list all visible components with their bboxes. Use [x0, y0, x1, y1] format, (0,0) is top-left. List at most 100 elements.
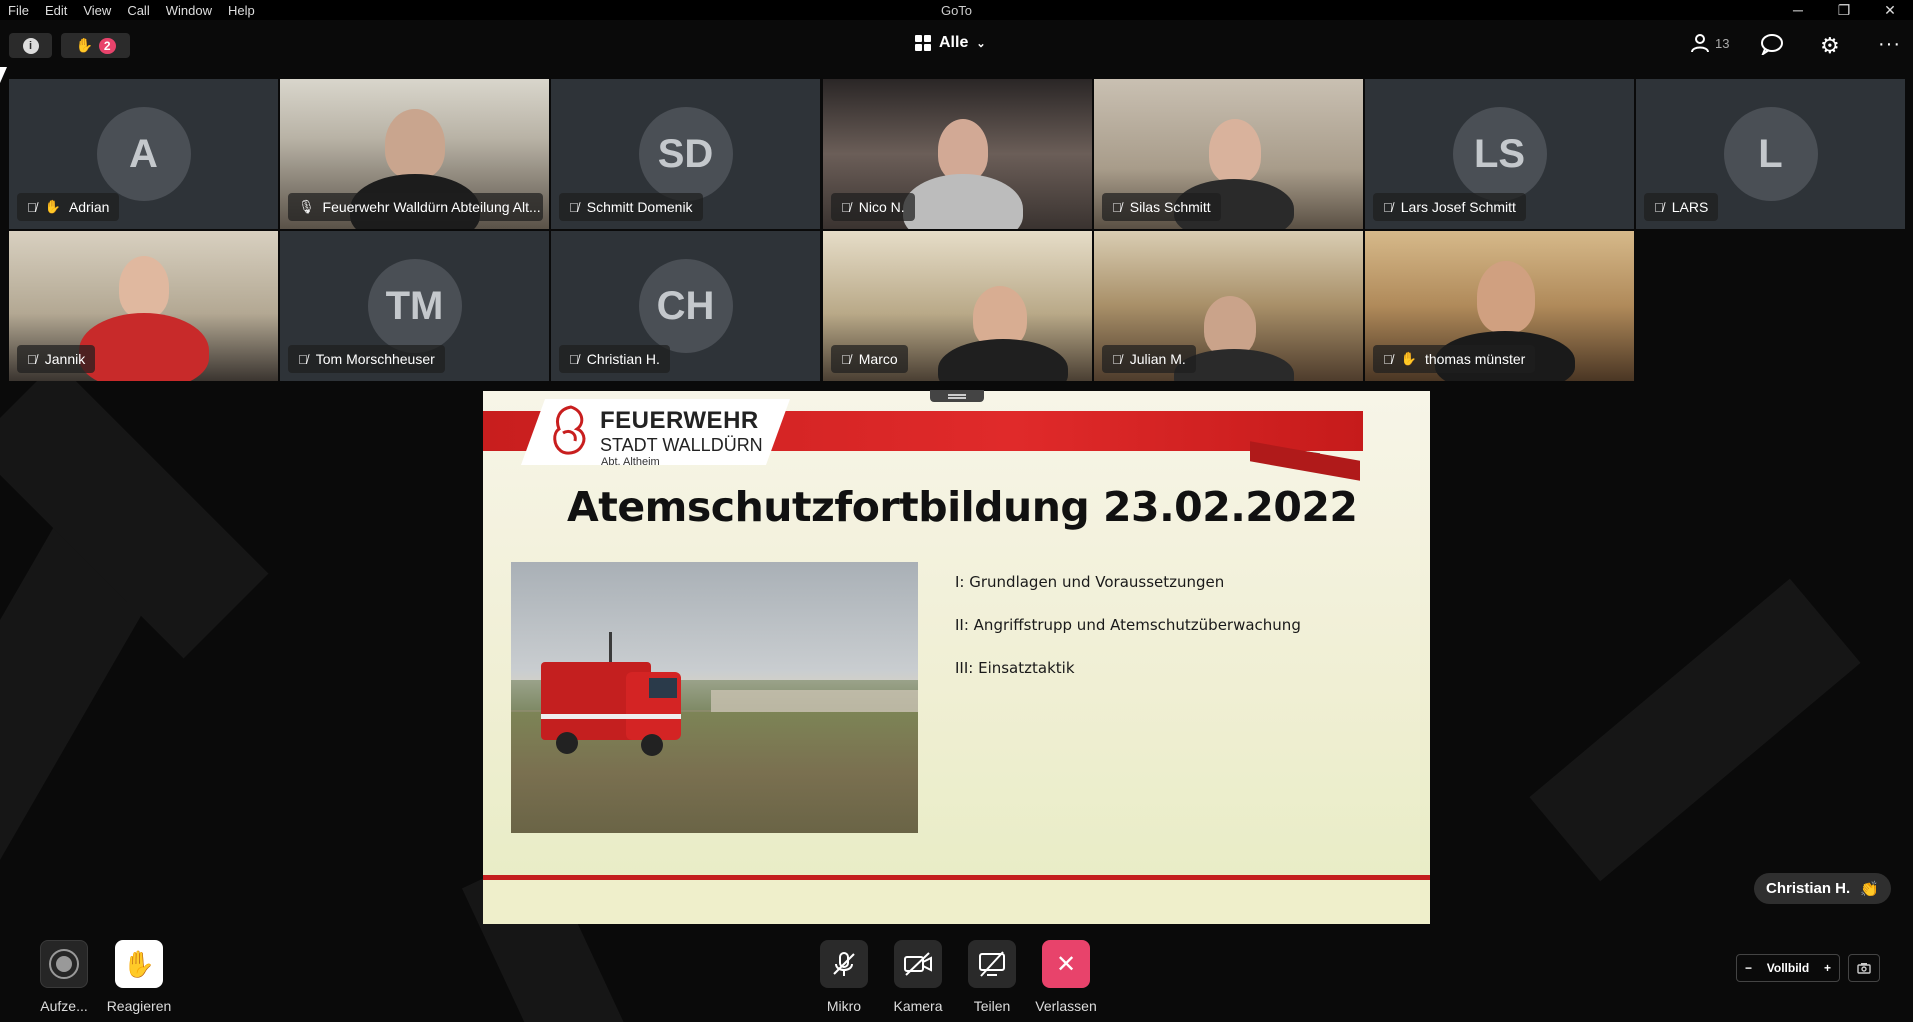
video-person — [1477, 261, 1535, 333]
menu-call[interactable]: Call — [119, 3, 157, 18]
more-button[interactable]: ··· — [1878, 33, 1901, 56]
hand-raised-icon: ✋ — [1400, 351, 1417, 366]
reaction-toast: Christian H. 👏 — [1754, 873, 1891, 904]
participant-name: Silas Schmitt — [1129, 199, 1211, 215]
participant-tile-julian-m[interactable]: 🎙̸ Julian M. — [1094, 231, 1363, 381]
participant-tile-nico[interactable]: 🎙̸ Nico N. — [823, 79, 1092, 229]
resize-handle[interactable] — [930, 390, 984, 402]
participant-tile-feuerwehr[interactable]: 🎙 Feuerwehr Walldürn Abteilung Alt... — [280, 79, 549, 229]
participant-tile-adrian[interactable]: A 🎙̸ ✋ Adrian — [9, 79, 278, 229]
participant-tile-christian-h[interactable]: CH 🎙̸ Christian H. — [551, 231, 820, 381]
mic-muted-icon: 🎙̸ — [27, 351, 37, 367]
menu-window[interactable]: Window — [158, 3, 220, 18]
record-button[interactable] — [40, 940, 88, 988]
participant-name: Feuerwehr Walldürn Abteilung Alt... — [322, 199, 541, 215]
menu-file[interactable]: File — [0, 3, 37, 18]
camera-button[interactable] — [894, 940, 942, 988]
hand-icon: ✋ — [122, 948, 156, 979]
view-select[interactable]: Alle ⌄ — [915, 34, 986, 52]
participant-name: Julian M. — [1129, 351, 1186, 367]
participant-tile-thomas-muenster[interactable]: 🎙̸ ✋ thomas münster — [1365, 231, 1634, 381]
participant-name: Tom Morschheuser — [315, 351, 435, 367]
mic-muted-icon: 🎙̸ — [1654, 199, 1664, 215]
agenda-item-2: II: Angriffstrupp und Atemschutzüberwach… — [955, 616, 1301, 634]
participant-nametag: 🎙̸ Jannik — [17, 345, 96, 373]
clapping-hands-icon: 👏 — [1860, 880, 1879, 898]
zoom-in-icon[interactable]: + — [1824, 961, 1831, 975]
settings-button[interactable]: ⚙ — [1820, 33, 1840, 59]
menu-help[interactable]: Help — [220, 3, 263, 18]
background-chevron-right — [1529, 578, 1861, 882]
leave-label: Verlassen — [1035, 998, 1097, 1014]
participant-tile-jannik[interactable]: 🎙̸ Jannik — [9, 231, 278, 381]
mic-button[interactable] — [820, 940, 868, 988]
fire-department-lion-logo — [553, 405, 586, 455]
mic-muted-icon: 🎙̸ — [1383, 199, 1393, 215]
mic-muted-icon: 🎙̸ — [841, 199, 851, 215]
fullscreen-label[interactable]: Vollbild — [1767, 961, 1809, 975]
menubar: File Edit View Call Window Help GoTo ─ ❐… — [0, 0, 1913, 20]
screenshot-button[interactable] — [1848, 954, 1880, 982]
fullscreen-control: − Vollbild + — [1736, 954, 1840, 982]
avatar: L — [1723, 107, 1818, 201]
participant-name: Christian H. — [586, 351, 660, 367]
mic-muted-icon — [833, 952, 855, 976]
avatar: LS — [1452, 107, 1547, 201]
participant-name: Lars Josef Schmitt — [1400, 199, 1516, 215]
mic-muted-icon: 🎙̸ — [298, 351, 308, 367]
raised-hands-button[interactable]: ✋ 2 — [61, 33, 130, 58]
video-body — [79, 313, 209, 381]
org-department: Abt. Altheim — [601, 456, 660, 468]
avatar: A — [96, 107, 191, 201]
mic-muted-icon: 🎙̸ — [1112, 351, 1122, 367]
participant-tile-tom-morschheuser[interactable]: TM 🎙̸ Tom Morschheuser — [280, 231, 549, 381]
video-body — [903, 174, 1023, 229]
window-controls: ─ ❐ ✕ — [1775, 0, 1913, 20]
participant-nametag: 🎙̸ LARS — [1644, 193, 1719, 221]
info-button[interactable]: i — [9, 33, 52, 58]
record-icon — [49, 949, 79, 979]
org-subtitle: STADT WALLDÜRN — [600, 435, 763, 455]
avatar: CH — [638, 259, 733, 353]
participant-name: Jannik — [44, 351, 86, 367]
reaction-name: Christian H. — [1766, 880, 1851, 897]
participant-tile-schmitt-domenik[interactable]: SD 🎙̸ Schmitt Domenik — [551, 79, 820, 229]
gear-icon: ⚙ — [1820, 33, 1840, 58]
mic-muted-icon: 🎙̸ — [1383, 351, 1393, 367]
participant-nametag: 🎙̸ ✋ thomas münster — [1373, 345, 1536, 373]
grid-icon — [915, 35, 931, 51]
participant-tile-silas-schmitt[interactable]: 🎙̸ Silas Schmitt — [1094, 79, 1363, 229]
fire-truck-photo — [511, 562, 918, 833]
camera-off-icon — [904, 952, 932, 976]
participant-nametag: 🎙̸ Lars Josef Schmitt — [1373, 193, 1526, 221]
fire-truck-window — [649, 678, 677, 698]
screen-share-off-icon — [979, 951, 1005, 977]
agenda-item-1: I: Grundlagen und Voraussetzungen — [955, 573, 1225, 591]
minimize-icon[interactable]: ─ — [1775, 0, 1821, 20]
close-icon: ✕ — [1055, 950, 1077, 978]
participant-tile-lars[interactable]: L 🎙̸ LARS — [1636, 79, 1905, 229]
menu-edit[interactable]: Edit — [37, 3, 75, 18]
participants-button[interactable]: 13 — [1690, 33, 1729, 53]
close-window-icon[interactable]: ✕ — [1867, 0, 1913, 20]
fire-truck-wheel — [556, 732, 578, 754]
participant-tile-lars-josef-schmitt[interactable]: LS 🎙̸ Lars Josef Schmitt — [1365, 79, 1634, 229]
menu-view[interactable]: View — [75, 3, 119, 18]
avatar: SD — [638, 107, 733, 201]
leave-button[interactable]: ✕ — [1042, 940, 1090, 988]
video-person — [1209, 119, 1261, 183]
mic-muted-icon: 🎙̸ — [27, 199, 37, 215]
video-body — [938, 339, 1068, 381]
share-button[interactable] — [968, 940, 1016, 988]
app-title: GoTo — [940, 2, 973, 18]
participant-tile-marco[interactable]: 🎙̸ Marco — [823, 231, 1092, 381]
org-title: FEUERWEHR — [600, 407, 759, 434]
react-button[interactable]: ✋ — [115, 940, 163, 988]
zoom-out-icon[interactable]: − — [1745, 961, 1752, 975]
restore-icon[interactable]: ❐ — [1821, 0, 1867, 20]
chat-button[interactable] — [1760, 33, 1784, 55]
video-person — [385, 109, 445, 179]
hand-icon: ✋ — [75, 37, 93, 53]
mic-active-icon: 🎙 — [298, 199, 315, 214]
mic-muted-icon: 🎙̸ — [569, 199, 579, 215]
